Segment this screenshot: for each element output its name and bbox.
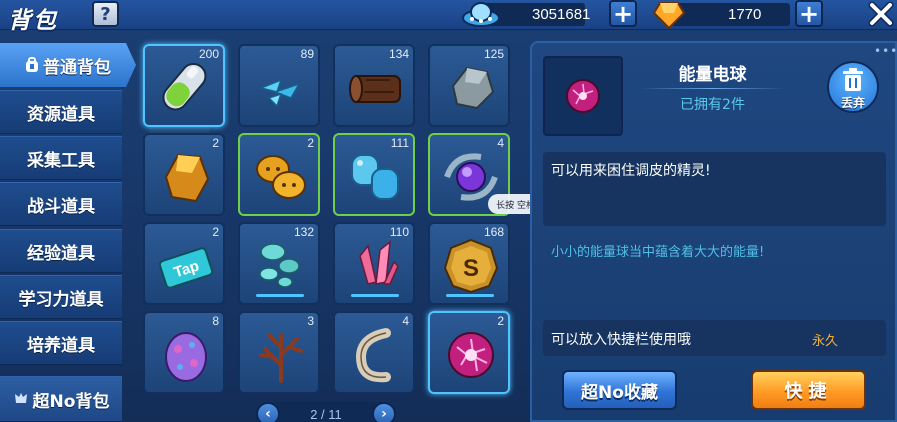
coral-branch-icon (259, 333, 303, 383)
super-no-icon (14, 393, 27, 403)
item-flavor-text: 小小的能量球当中蕴含着大大的能量! (551, 245, 765, 260)
bag-icon (26, 57, 38, 72)
gold-ore-icon (164, 153, 210, 203)
item-slot[interactable]: 4 (333, 311, 415, 394)
item-slot[interactable]: 132 (238, 222, 320, 305)
item-slot[interactable]: 125 (428, 44, 510, 127)
detail-owned-count: 已拥有2件 (680, 97, 745, 113)
item-slot[interactable]: 3 (238, 311, 320, 394)
item-slot[interactable]: 110 (333, 222, 415, 305)
energy-ball-icon (448, 332, 494, 378)
tab-label: 战斗道具 (27, 196, 95, 217)
item-slot[interactable]: 2 (143, 133, 225, 216)
page-title: 背包 (8, 8, 58, 34)
resource-gem-value: 1770 (728, 6, 762, 23)
tab-learning-items[interactable]: 学习力道具 (0, 275, 122, 319)
claw-fossil-icon (356, 328, 391, 383)
add-gem-button[interactable]: + (795, 0, 823, 27)
pager: ‹ 2 / 11 › (256, 402, 396, 422)
stone-ore-icon (451, 66, 495, 110)
cyan-pebbles-icon (259, 243, 300, 288)
item-progress-bar (256, 294, 304, 297)
item-slot[interactable]: 134 (333, 44, 415, 127)
discard-button[interactable]: 丢弃 (827, 61, 879, 113)
detail-item-name: 能量电球 (678, 65, 747, 85)
tab-super-no-bag[interactable]: 超No背包 (0, 376, 122, 422)
tap-ticket-icon: Tap (158, 247, 214, 289)
tab-label: 资源道具 (27, 104, 95, 125)
blue-crystal-shards-icon (258, 78, 301, 108)
super-no-favorite-button[interactable]: 超No收藏 (562, 370, 677, 410)
s-coin-icon: S (443, 238, 499, 294)
item-slot[interactable]: 200 (143, 44, 225, 127)
quick-slot-button[interactable]: 快捷 (751, 370, 866, 410)
tab-gather-tools[interactable]: 采集工具 (0, 136, 122, 180)
energy-ball-icon (566, 79, 600, 113)
item-slot[interactable]: 2 (238, 133, 320, 216)
tab-battle-items[interactable]: 战斗道具 (0, 182, 122, 226)
tab-label: 超No背包 (32, 391, 110, 412)
tab-label: 普通背包 (43, 57, 111, 78)
tab-label: 经验道具 (27, 243, 95, 264)
tab-normal-bag[interactable]: 普通背包 (0, 43, 136, 87)
golden-buns-icon (256, 155, 306, 199)
spotted-egg-icon (165, 332, 207, 382)
item-progress-bar (446, 294, 494, 297)
item-slot[interactable]: 89 (238, 44, 320, 127)
page-indicator: 2 / 11 (310, 407, 342, 422)
svg-text:S: S (463, 255, 479, 282)
help-button[interactable]: ? (92, 1, 119, 27)
item-slot[interactable]: 111 (333, 133, 415, 216)
item-slot[interactable]: 168 S (428, 222, 510, 305)
close-icon (868, 1, 894, 27)
ufo-coin-icon (462, 2, 500, 27)
item-duration: 永久 (812, 334, 839, 349)
name-divider (640, 88, 785, 89)
next-page-button[interactable]: › (372, 402, 396, 422)
top-bar: 背包 ? 3051681 + 1770 + (0, 0, 897, 34)
panel-dots-icon: ••• (874, 44, 897, 58)
tab-label: 采集工具 (27, 150, 95, 171)
item-usage-text: 可以放入快捷栏使用哦 (551, 332, 691, 348)
pink-crystal-icon (359, 240, 399, 285)
detail-item-image (543, 56, 623, 136)
item-slot[interactable]: 2 Tap (143, 222, 225, 305)
orange-gem-icon (652, 1, 686, 30)
tab-label: 学习力道具 (18, 289, 104, 310)
discard-label: 丢弃 (840, 96, 865, 110)
wood-log-icon (349, 75, 401, 103)
tab-training-items[interactable]: 培养道具 (0, 321, 122, 365)
add-coin-button[interactable]: + (609, 0, 637, 27)
blue-jelly-icon (351, 154, 399, 200)
tab-label: 培养道具 (27, 335, 95, 356)
capsule-icon (162, 62, 207, 111)
resource-coin-value: 3051681 (532, 6, 591, 23)
item-description: 可以用来困住调皮的精灵! (551, 163, 711, 179)
close-button[interactable] (866, 0, 896, 28)
tab-resource-items[interactable]: 资源道具 (0, 90, 122, 134)
item-slot[interactable]: 8 (143, 311, 225, 394)
tab-exp-items[interactable]: 经验道具 (0, 229, 122, 273)
item-slot-selected[interactable]: 2 (428, 311, 510, 394)
prev-page-button[interactable]: ‹ (256, 402, 280, 422)
resource-gem-box: 1770 (670, 3, 790, 26)
item-progress-bar (351, 294, 399, 297)
